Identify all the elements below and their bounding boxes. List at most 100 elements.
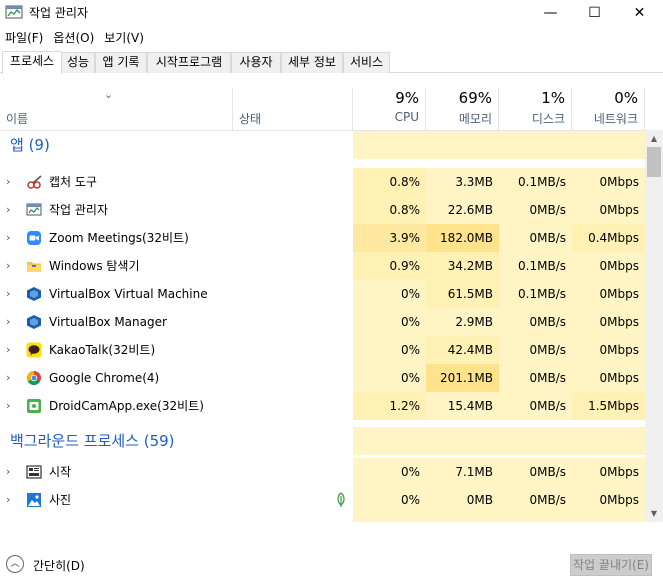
expand-chevron-icon[interactable]: › <box>6 308 10 336</box>
process-name: 사진 <box>49 493 72 507</box>
cpu-value: 0% <box>353 280 426 308</box>
tab-performance[interactable]: 성능 <box>61 52 95 73</box>
cpu-value: 0.8% <box>353 168 426 196</box>
process-row[interactable]: › KakaoTalk(32비트) 0% 42.4MB 0MB/s 0Mbps <box>0 336 645 364</box>
cpu-total-percent: 9% <box>395 89 419 107</box>
memory-total-percent: 69% <box>458 89 492 107</box>
column-name[interactable]: ⌄ 이름 <box>0 88 233 130</box>
menu-view[interactable]: 보기(V) <box>99 27 149 47</box>
scroll-down-icon[interactable]: ▼ <box>645 505 663 522</box>
process-row[interactable]: › VirtualBox Manager 0% 2.9MB 0MB/s 0Mbp… <box>0 308 645 336</box>
droidcam-icon <box>27 399 41 413</box>
maximize-button[interactable]: ☐ <box>572 0 617 25</box>
network-value: 0Mbps <box>572 252 645 280</box>
maximize-icon: ☐ <box>588 4 601 21</box>
column-header: ⌄ 이름 상태 9% CPU 69% 메모리 1% 디스크 0% 네트워크 <box>0 88 663 130</box>
scroll-up-icon[interactable]: ▲ <box>645 130 663 147</box>
column-status-label: 상태 <box>239 112 262 126</box>
expand-chevron-icon[interactable]: › <box>6 196 10 224</box>
tab-processes[interactable]: 프로세스 <box>2 51 62 74</box>
collapse-chevron-up-icon[interactable]: ︿ <box>6 555 24 573</box>
disk-value: 0MB/s <box>499 308 572 336</box>
process-row[interactable]: › Google Chrome(4) 0% 201.1MB 0MB/s 0Mbp… <box>0 364 645 392</box>
process-row[interactable]: › 작업 관리자 0.8% 22.6MB 0MB/s 0Mbps <box>0 196 645 224</box>
footer-bar: ︿ 간단히(D) 작업 끝내기(E) <box>0 540 663 586</box>
column-status[interactable]: 상태 <box>233 88 353 130</box>
process-row[interactable]: › VirtualBox Virtual Machine 0% 61.5MB 0… <box>0 280 645 308</box>
snipping-tool-icon <box>27 175 42 189</box>
cpu-value: 1.2% <box>353 392 426 420</box>
network-value: 0Mbps <box>572 336 645 364</box>
column-disk-label: 디스크 <box>531 112 565 126</box>
column-memory[interactable]: 69% 메모리 <box>426 88 499 130</box>
close-button[interactable]: ✕ <box>617 0 662 25</box>
disk-value: 0MB/s <box>499 486 572 514</box>
minimize-button[interactable]: — <box>528 0 573 25</box>
column-network[interactable]: 0% 네트워크 <box>572 88 645 130</box>
column-cpu[interactable]: 9% CPU <box>353 88 426 130</box>
tab-strip: 프로세스 성능 앱 기록 시작프로그램 사용자 세부 정보 서비스 <box>0 51 663 74</box>
expand-chevron-icon[interactable]: › <box>6 168 10 196</box>
memory-value: 0MB <box>426 486 499 514</box>
menu-bar: 파일(F) 옵션(O) 보기(V) <box>0 27 663 47</box>
chrome-icon <box>27 371 41 385</box>
disk-value: 0MB/s <box>499 364 572 392</box>
virtualbox-icon <box>27 287 41 301</box>
memory-value: 201.1MB <box>426 364 499 392</box>
menu-file[interactable]: 파일(F) <box>0 27 48 47</box>
column-disk[interactable]: 1% 디스크 <box>499 88 572 130</box>
process-row[interactable]: › 시작 0% 7.1MB 0MB/s 0Mbps <box>0 458 645 486</box>
memory-value: 2.9MB <box>426 308 499 336</box>
network-value: 0Mbps <box>572 308 645 336</box>
network-value: 0Mbps <box>572 196 645 224</box>
process-name: Zoom Meetings(32비트) <box>49 231 189 245</box>
cpu-value: 0% <box>353 336 426 364</box>
process-row[interactable]: › 캡처 도구 0.8% 3.3MB 0.1MB/s 0Mbps <box>0 168 645 196</box>
scroll-thumb[interactable] <box>647 147 661 177</box>
fewer-details-link[interactable]: 간단히(D) <box>33 557 85 574</box>
network-value: 0Mbps <box>572 486 645 514</box>
process-name: 작업 관리자 <box>49 203 109 217</box>
process-row[interactable]: › Zoom Meetings(32비트) 3.9% 182.0MB 0MB/s… <box>0 224 645 252</box>
group-title-apps: 앱 (9) <box>10 136 50 154</box>
cpu-value: 0% <box>353 458 426 486</box>
close-icon: ✕ <box>633 4 646 21</box>
tab-users[interactable]: 사용자 <box>231 52 281 73</box>
group-header-apps[interactable]: 앱 (9) <box>0 131 645 159</box>
expand-chevron-icon[interactable]: › <box>6 392 10 420</box>
title-bar: 작업 관리자 — ☐ ✕ <box>0 0 663 25</box>
process-row[interactable]: › 사진 0% 0MB 0MB/s 0Mbps <box>0 486 645 514</box>
expand-chevron-icon[interactable]: › <box>6 252 10 280</box>
process-row[interactable] <box>0 514 645 522</box>
process-name: 캡처 도구 <box>49 175 97 189</box>
expand-chevron-icon[interactable]: › <box>6 280 10 308</box>
window-title: 작업 관리자 <box>29 6 89 20</box>
group-title-background: 백그라운드 프로세스 (59) <box>10 432 175 450</box>
file-explorer-icon <box>27 262 41 272</box>
tab-app-history[interactable]: 앱 기록 <box>95 52 147 73</box>
end-task-button[interactable]: 작업 끝내기(E) <box>570 554 652 576</box>
menu-options[interactable]: 옵션(O) <box>48 27 99 47</box>
expand-chevron-icon[interactable]: › <box>6 458 10 486</box>
process-row[interactable]: › Windows 탐색기 0.9% 34.2MB 0.1MB/s 0Mbps <box>0 252 645 280</box>
expand-chevron-icon[interactable]: › <box>6 364 10 392</box>
task-manager-app-icon <box>5 5 23 19</box>
network-value: 0Mbps <box>572 280 645 308</box>
memory-value: 182.0MB <box>426 224 499 252</box>
network-total-percent: 0% <box>614 89 638 107</box>
start-icon <box>26 465 42 479</box>
process-name: KakaoTalk(32비트) <box>49 343 156 357</box>
tab-startup[interactable]: 시작프로그램 <box>147 52 231 73</box>
tab-services[interactable]: 서비스 <box>343 52 390 73</box>
cpu-value: 0.9% <box>353 252 426 280</box>
process-row[interactable]: › DroidCamApp.exe(32비트) 1.2% 15.4MB 0MB/… <box>0 392 645 420</box>
tab-details[interactable]: 세부 정보 <box>281 52 343 73</box>
cpu-value: 0% <box>353 486 426 514</box>
expand-chevron-icon[interactable]: › <box>6 486 10 514</box>
memory-value: 34.2MB <box>426 252 499 280</box>
expand-chevron-icon[interactable]: › <box>6 224 10 252</box>
expand-chevron-icon[interactable]: › <box>6 336 10 364</box>
sort-chevron-icon: ⌄ <box>104 88 114 101</box>
group-header-background[interactable]: 백그라운드 프로세스 (59) <box>0 427 645 455</box>
vertical-scrollbar[interactable]: ▲ ▼ <box>645 130 663 522</box>
